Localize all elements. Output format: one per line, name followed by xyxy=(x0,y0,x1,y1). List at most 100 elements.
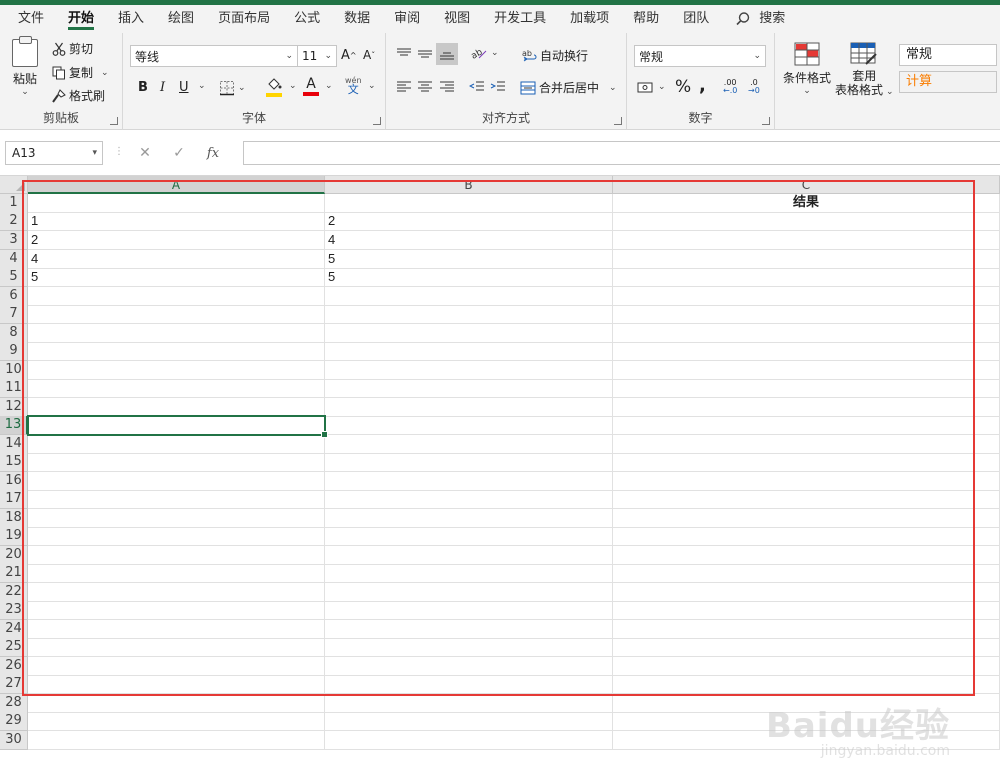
row-header-16[interactable]: 16 xyxy=(0,472,28,491)
row-header-27[interactable]: 27 xyxy=(0,675,28,694)
cell-c18[interactable] xyxy=(613,509,1000,528)
increase-decimal-button[interactable]: .00 ←.0 xyxy=(723,79,737,95)
increase-font-button[interactable]: A ^ xyxy=(341,48,357,63)
tab-help[interactable]: 帮助 xyxy=(621,5,671,33)
align-center-button[interactable] xyxy=(417,80,433,94)
cell-c20[interactable] xyxy=(613,546,1000,565)
cell-c10[interactable] xyxy=(613,361,1000,380)
cell-b17[interactable] xyxy=(325,490,613,509)
cell-b18[interactable] xyxy=(325,509,613,528)
bold-button[interactable]: B xyxy=(138,80,148,95)
cell-a13[interactable] xyxy=(28,416,325,435)
cell-c23[interactable] xyxy=(613,601,1000,620)
cell-b3[interactable]: 4 xyxy=(325,231,613,250)
cell-style-calculation[interactable]: 计算 xyxy=(899,71,997,93)
merge-center-button[interactable]: 合并后居中 ⌄ xyxy=(520,79,617,96)
font-name-select[interactable]: 等线 ⌄ xyxy=(130,45,298,67)
cell-a29[interactable] xyxy=(28,712,325,731)
clipboard-launcher-icon[interactable] xyxy=(110,117,118,125)
number-format-select[interactable]: 常规 ⌄ xyxy=(634,45,766,67)
tab-draw[interactable]: 绘图 xyxy=(156,5,206,33)
tab-view[interactable]: 视图 xyxy=(432,5,482,33)
row-header-10[interactable]: 10 xyxy=(0,361,28,380)
row-header-7[interactable]: 7 xyxy=(0,305,28,324)
cell-b12[interactable] xyxy=(325,398,613,417)
cell-c22[interactable] xyxy=(613,583,1000,602)
copy-button[interactable]: 复制 ⌄ xyxy=(52,64,109,81)
font-size-select[interactable]: 11 ⌄ xyxy=(297,45,337,67)
row-header-8[interactable]: 8 xyxy=(0,324,28,343)
cell-b1[interactable] xyxy=(325,194,613,213)
cell-b16[interactable] xyxy=(325,472,613,491)
cell-b21[interactable] xyxy=(325,564,613,583)
search-box[interactable]: 搜索 xyxy=(721,5,797,33)
cell-a18[interactable] xyxy=(28,509,325,528)
column-header-c[interactable]: C xyxy=(613,176,1000,194)
row-header-6[interactable]: 6 xyxy=(0,287,28,306)
cell-a20[interactable] xyxy=(28,546,325,565)
cell-c17[interactable] xyxy=(613,490,1000,509)
paste-button[interactable]: 粘贴 ⌄ xyxy=(12,36,38,97)
phonetic-button[interactable]: wén 文 xyxy=(345,76,362,95)
column-header-a[interactable]: A xyxy=(28,176,325,194)
row-header-2[interactable]: 2 xyxy=(0,212,28,231)
row-header-11[interactable]: 11 xyxy=(0,379,28,398)
row-header-18[interactable]: 18 xyxy=(0,509,28,528)
borders-button[interactable]: ⌄ xyxy=(219,80,246,96)
cell-b20[interactable] xyxy=(325,546,613,565)
row-header-15[interactable]: 15 xyxy=(0,453,28,472)
number-launcher-icon[interactable] xyxy=(762,117,770,125)
cell-b6[interactable] xyxy=(325,287,613,306)
cell-b4[interactable]: 5 xyxy=(325,250,613,269)
cell-b15[interactable] xyxy=(325,453,613,472)
tab-data[interactable]: 数据 xyxy=(332,5,382,33)
underline-dropdown-chevron-icon[interactable]: ⌄ xyxy=(198,81,206,91)
cancel-entry-button[interactable]: ✕ xyxy=(128,145,162,161)
row-header-12[interactable]: 12 xyxy=(0,398,28,417)
percent-button[interactable]: % xyxy=(675,77,691,97)
cell-a4[interactable]: 4 xyxy=(28,250,325,269)
format-as-table-button[interactable]: 套用 表格格式 ⌄ xyxy=(835,42,894,99)
cell-a30[interactable] xyxy=(28,731,325,750)
cell-a21[interactable] xyxy=(28,564,325,583)
cell-b11[interactable] xyxy=(325,379,613,398)
tab-home[interactable]: 开始 xyxy=(56,5,106,33)
cell-c2[interactable] xyxy=(613,212,1000,231)
cell-c7[interactable] xyxy=(613,305,1000,324)
row-header-20[interactable]: 20 xyxy=(0,546,28,565)
row-header-1[interactable]: 1 xyxy=(0,194,28,213)
conditional-format-button[interactable]: 条件格式 ⌄ xyxy=(783,42,831,96)
cell-c6[interactable] xyxy=(613,287,1000,306)
cell-b14[interactable] xyxy=(325,435,613,454)
align-middle-button[interactable] xyxy=(417,47,433,61)
cell-c15[interactable] xyxy=(613,453,1000,472)
cell-c1[interactable]: 结果 xyxy=(613,194,1000,213)
cell-a5[interactable]: 5 xyxy=(28,268,325,287)
cell-c25[interactable] xyxy=(613,638,1000,657)
wrap-text-button[interactable]: ab 自动换行 xyxy=(522,47,588,64)
cell-style-normal[interactable]: 常规 xyxy=(899,44,997,66)
row-header-17[interactable]: 17 xyxy=(0,490,28,509)
tab-team[interactable]: 团队 xyxy=(671,5,721,33)
insert-function-button[interactable]: fx xyxy=(196,146,230,161)
cell-c16[interactable] xyxy=(613,472,1000,491)
cell-c9[interactable] xyxy=(613,342,1000,361)
cell-b5[interactable]: 5 xyxy=(325,268,613,287)
cell-c4[interactable] xyxy=(613,250,1000,269)
cell-b25[interactable] xyxy=(325,638,613,657)
font-launcher-icon[interactable] xyxy=(373,117,381,125)
cell-b23[interactable] xyxy=(325,601,613,620)
cell-b22[interactable] xyxy=(325,583,613,602)
cell-c13[interactable] xyxy=(613,416,1000,435)
select-all-corner[interactable] xyxy=(0,176,28,194)
row-header-13[interactable]: 13 xyxy=(0,416,28,435)
cell-a19[interactable] xyxy=(28,527,325,546)
font-color-button[interactable]: A xyxy=(303,77,319,96)
cell-b9[interactable] xyxy=(325,342,613,361)
row-header-5[interactable]: 5 xyxy=(0,268,28,287)
row-header-24[interactable]: 24 xyxy=(0,620,28,639)
formula-input[interactable] xyxy=(243,141,1000,165)
cell-b26[interactable] xyxy=(325,657,613,676)
cell-a22[interactable] xyxy=(28,583,325,602)
cell-a1[interactable] xyxy=(28,194,325,213)
